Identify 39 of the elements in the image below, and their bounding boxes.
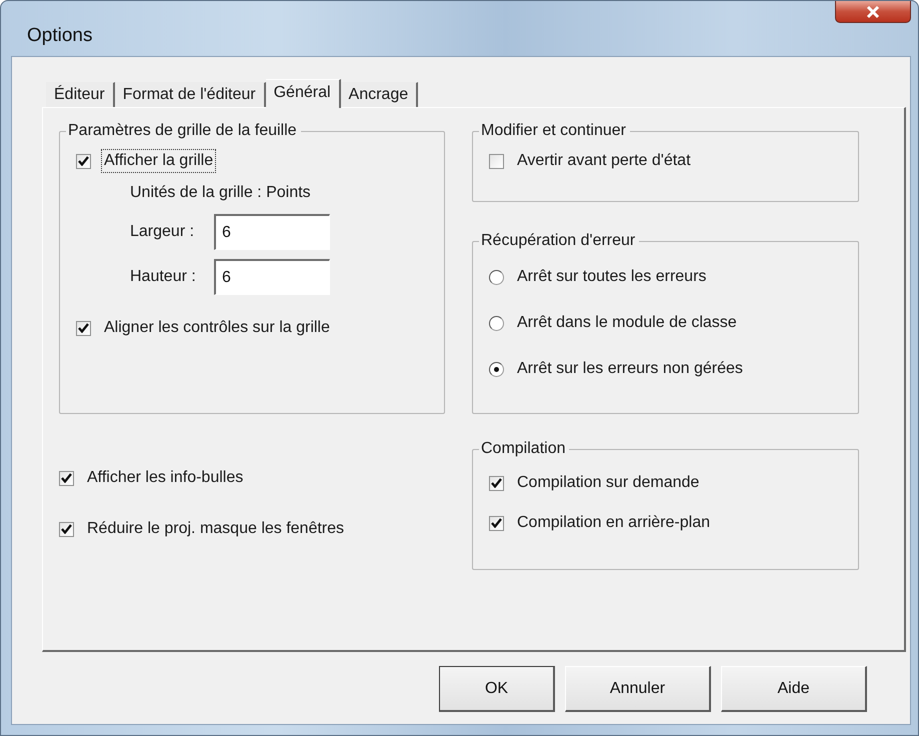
tab[interactable]: Éditeur [46,82,115,107]
checkbox-label[interactable]: Aligner les contrôles sur la grille [104,319,330,337]
radio-label[interactable]: Arrêt dans le module de classe [517,314,737,332]
checkbox-label[interactable]: Compilation sur demande [517,474,700,492]
checkbox[interactable] [489,476,504,490]
checkbox-label[interactable]: Afficher la grille [104,152,214,170]
checkbox[interactable] [489,154,504,168]
checkbox[interactable] [489,516,504,530]
checkbox[interactable] [59,470,74,486]
radio-label[interactable]: Arrêt sur toutes les erreurs [517,268,706,286]
checkbox-label[interactable]: Avertir avant perte d'état [517,152,691,170]
input-field[interactable]: 6 [214,259,330,295]
checkbox[interactable] [76,154,91,168]
dialog-button[interactable]: OK [439,666,555,712]
close-button[interactable] [835,1,911,23]
checkbox[interactable] [59,522,74,536]
radio-button[interactable] [489,362,504,376]
field-label: Largeur : [130,223,196,241]
tab[interactable]: Format de l'éditeur [114,82,266,107]
dialog-button[interactable]: Annuler [565,666,711,712]
group-title: Compilation [480,440,566,458]
field-label: Hauteur : [130,268,197,286]
checkbox-label[interactable]: Afficher les info-bulles [87,469,244,487]
radio-button[interactable] [489,316,504,330]
dialog-button[interactable]: Aide [721,666,867,712]
checkbox-label[interactable]: Compilation en arrière-plan [517,514,710,532]
group-title: Paramètres de grille de la feuille [67,122,298,140]
radio-label[interactable]: Arrêt sur les erreurs non gérées [517,360,743,378]
input-field[interactable]: 6 [214,214,330,250]
close-icon [865,4,881,18]
checkbox-label[interactable]: Réduire le proj. masque les fenêtres [87,520,344,538]
tab[interactable]: Ancrage [340,82,418,107]
group-title: Modifier et continuer [480,122,627,140]
window-title: Options [27,25,92,47]
radio-button[interactable] [489,270,504,284]
checkbox[interactable] [76,320,91,336]
tab[interactable]: Général [266,79,341,108]
group-title: Récupération d'erreur [480,232,636,250]
units-label: Unités de la grille : Points [130,184,312,202]
